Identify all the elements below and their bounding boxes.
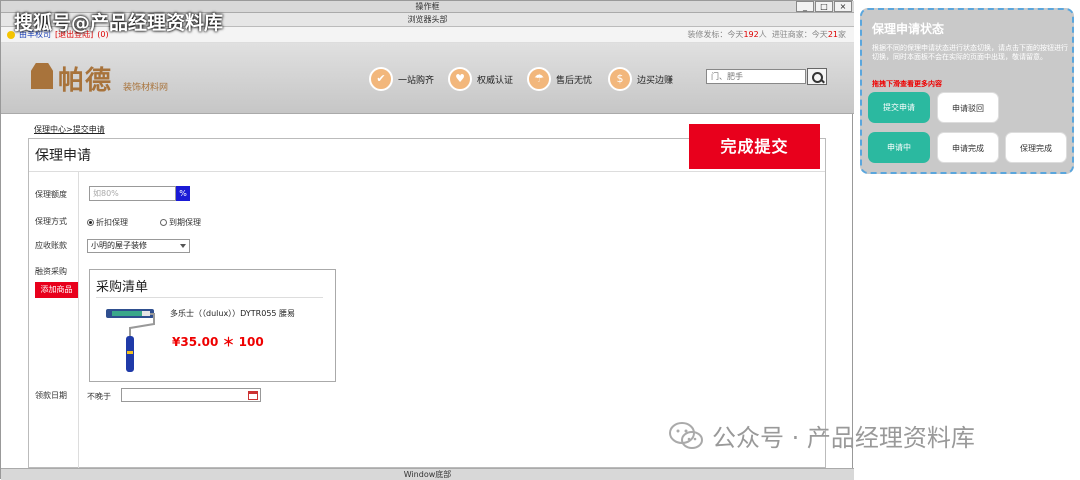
feature-after-sale[interactable]: ☂ 售后无忧	[527, 67, 592, 91]
radio-checked-icon	[87, 219, 94, 226]
divider	[29, 171, 825, 172]
paint-roller-image	[106, 309, 155, 372]
close-button[interactable]: ×	[834, 1, 852, 12]
status-complete-button[interactable]: 申请完成	[937, 132, 999, 163]
status-panel-description: 根据不同的保理申请状态进行状态切换，请点击下面的按钮进行切换，同时本面板不会在实…	[872, 44, 1068, 61]
amount-input[interactable]: 如80%	[89, 186, 176, 201]
divider	[96, 297, 323, 298]
page-title: 保理申请	[35, 148, 91, 164]
maximize-button[interactable]: □	[815, 1, 833, 12]
status-panel: 保理申请状态 根据不同的保理申请状态进行状态切换，请点击下面的按钮进行切换，同时…	[860, 8, 1074, 174]
radio-unchecked-icon	[160, 219, 167, 226]
logo-icon	[31, 63, 53, 89]
chevron-down-icon	[180, 244, 186, 248]
status-submit-button[interactable]: 提交申请	[868, 92, 930, 123]
method-label: 保理方式	[35, 217, 67, 226]
window-title: 操作框	[415, 2, 440, 11]
receivable-select[interactable]: 小明的屋子装修	[87, 239, 190, 253]
status-factoring-done-button[interactable]: 保理完成	[1005, 132, 1067, 163]
date-input[interactable]	[121, 388, 261, 402]
breadcrumb[interactable]: 保理中心>提交申请	[34, 124, 105, 135]
date-label: 领款日期	[35, 391, 67, 400]
site-header: 帕德 装饰材料网 ✔ 一站购齐 ♥ 权威认证 ☂ 售后无忧 $ 边买边赚 门、肥…	[1, 43, 854, 114]
calendar-icon[interactable]	[248, 391, 258, 400]
logo-subtitle: 装饰材料网	[123, 83, 169, 93]
date-prefix: 不晚于	[87, 392, 111, 401]
feature-earn[interactable]: $ 边买边赚	[608, 67, 673, 91]
umbrella-icon: ☂	[527, 67, 551, 91]
heart-icon: ♥	[448, 67, 472, 91]
add-goods-button[interactable]: 添加商品	[35, 282, 78, 298]
status-panel-title: 保理申请状态	[872, 22, 945, 36]
percent-unit: %	[176, 186, 190, 201]
purchase-list-card: 采购清单 多乐士（（dulux））DYTR055 腰易 ¥35.00 ＊ 100	[89, 269, 336, 382]
submit-button[interactable]: 完成提交	[689, 124, 820, 169]
wechat-watermark-text: 公众号 · 产品经理资料库	[712, 424, 975, 452]
search-icon[interactable]	[807, 68, 827, 85]
wechat-icon	[669, 421, 703, 449]
feature-certified[interactable]: ♥ 权威认证	[448, 67, 513, 91]
product-name[interactable]: 多乐士（（dulux））DYTR055 腰易	[170, 308, 295, 319]
purchase-list-title: 采购清单	[96, 280, 149, 295]
window-footer: Window底部	[1, 468, 854, 480]
check-icon: ✔	[369, 67, 393, 91]
status-panel-note: 拖拽下滑查看更多内容	[872, 80, 942, 88]
label-column: 保理额度 保理方式 应收账款 融资采购 领款日期	[29, 172, 79, 468]
dollar-icon: $	[608, 67, 632, 91]
logo-text[interactable]: 帕德	[58, 60, 112, 97]
product-price: ¥35.00 ＊ 100	[172, 335, 264, 349]
amount-label: 保理额度	[35, 190, 67, 199]
minimize-button[interactable]: _	[796, 1, 814, 12]
receivable-label: 应收账款	[35, 241, 67, 250]
purchase-label: 融资采购	[35, 267, 67, 276]
radio-maturity-factoring[interactable]: 到期保理	[160, 217, 201, 228]
wechat-watermark: 公众号 · 产品经理资料库	[668, 418, 975, 453]
feature-one-stop[interactable]: ✔ 一站购齐	[369, 67, 434, 91]
site-stats: 装修发标：今天192人 进驻商家：今天21家	[687, 30, 846, 39]
radio-discount-factoring[interactable]: 折扣保理	[87, 217, 128, 228]
status-processing-button[interactable]: 申请中	[868, 132, 930, 163]
watermark-top: 搜狐号@产品经理资料库	[14, 12, 224, 34]
status-rejected-button[interactable]: 申请驳回	[937, 92, 999, 123]
app-window: 操作框 _ □ × 浏览器头部 由羊权司 [退出登陆] (0) 装修发标：今天1…	[0, 0, 854, 480]
search-input[interactable]: 门、肥手	[706, 69, 806, 84]
